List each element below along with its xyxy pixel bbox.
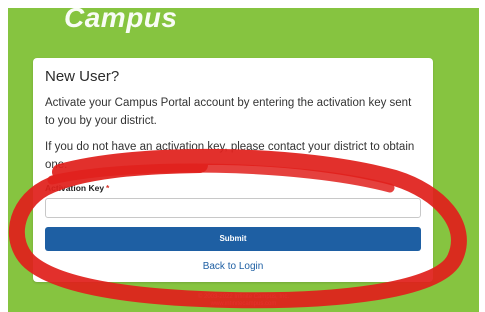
required-marker: * xyxy=(106,183,110,193)
activation-key-label-text: Activation Key xyxy=(45,183,105,193)
footer-url[interactable]: www.infinitecampus.com xyxy=(8,301,479,308)
card-title: New User? xyxy=(45,68,120,85)
activation-card: New User? Activate your Campus Portal ac… xyxy=(33,58,433,282)
activation-key-label: Activation Key * xyxy=(45,183,109,193)
campus-logo: Campus xyxy=(64,2,178,33)
no-key-instructions: If you do not have an activation key, pl… xyxy=(45,141,415,171)
back-to-login-link[interactable]: Back to Login xyxy=(33,261,433,272)
activation-instructions: Activate your Campus Portal account by e… xyxy=(45,97,412,127)
activation-key-input[interactable] xyxy=(45,198,421,218)
submit-button[interactable]: Submit xyxy=(45,227,421,251)
footer-copyright: © 2003-2022 Infinite Campus, Inc. xyxy=(197,294,290,300)
